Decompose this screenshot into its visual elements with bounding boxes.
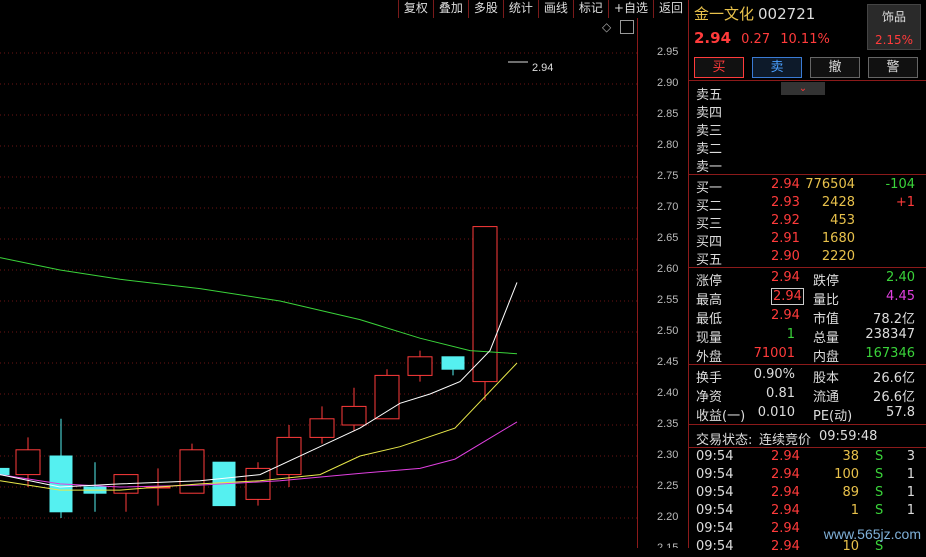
stat-row: 换手 0.90% 股本 26.6亿 bbox=[696, 367, 915, 386]
candle-up bbox=[15, 449, 41, 476]
cancel-button[interactable]: 撤 bbox=[810, 57, 860, 78]
trade-status: 交易状态: 连续竞价 09:59:48 bbox=[696, 429, 878, 448]
candlestick-plot: 2.94 bbox=[0, 52, 637, 519]
divider bbox=[689, 174, 926, 175]
price-change-pct: 10.11% bbox=[780, 32, 830, 47]
candle-up bbox=[341, 405, 367, 426]
ask-row[interactable]: 卖三 bbox=[689, 120, 921, 139]
divider bbox=[689, 364, 926, 365]
y-tick-label: 2.85 bbox=[657, 108, 679, 120]
stock-title: 金一文化 002721 bbox=[694, 3, 815, 24]
candle-up bbox=[374, 374, 400, 420]
sector-badge[interactable]: 饰品 2.15% bbox=[867, 4, 921, 50]
stat-row: 收益(一) 0.010 PE(动) 57.8 bbox=[696, 405, 915, 424]
tick-row: 09:54 2.94 1 S 1 bbox=[696, 503, 915, 518]
ask-row[interactable]: 卖四 bbox=[689, 102, 921, 121]
y-tick-label: 2.70 bbox=[657, 201, 679, 213]
ma60-line bbox=[0, 257, 518, 355]
price-change: 0.27 bbox=[741, 32, 771, 47]
candle-up bbox=[276, 436, 302, 476]
y-tick-label: 2.90 bbox=[657, 77, 679, 89]
y-tick-label: 2.40 bbox=[657, 387, 679, 399]
candle-up bbox=[472, 226, 498, 383]
sector-name: 饰品 bbox=[881, 10, 906, 24]
bid-row[interactable]: 买四 2.91 1680 bbox=[689, 231, 921, 250]
y-tick-label: 2.45 bbox=[657, 356, 679, 368]
ma5-line bbox=[0, 282, 518, 488]
last-price: 2.94 bbox=[694, 29, 732, 47]
stat-row: 最高 2.94 量比 4.45 bbox=[696, 288, 915, 308]
bid-row[interactable]: 买五 2.90 2220 bbox=[689, 249, 921, 268]
trade-buttons: 买 卖 撤 警 bbox=[694, 57, 926, 78]
tick-row: 09:54 2.94 89 S 1 bbox=[696, 485, 915, 500]
stock-code: 002721 bbox=[758, 5, 816, 23]
stat-row: 净资 0.81 流通 26.6亿 bbox=[696, 386, 915, 405]
ask-row[interactable]: 卖二 bbox=[689, 138, 921, 157]
y-tick-label: 2.60 bbox=[657, 263, 679, 275]
y-tick-label: 2.30 bbox=[657, 449, 679, 461]
candle-down bbox=[441, 356, 465, 370]
y-tick-label: 2.80 bbox=[657, 139, 679, 151]
ask-row[interactable]: 卖一 bbox=[689, 156, 921, 175]
quote-panel: 金一文化 002721 饰品 2.15% 2.94 0.27 10.11% 买 卖… bbox=[688, 0, 926, 554]
stat-row: 外盘 71001 内盘 167346 bbox=[696, 346, 915, 365]
candle-up bbox=[309, 418, 335, 438]
divider bbox=[689, 424, 926, 425]
candle-up bbox=[179, 449, 205, 494]
divider bbox=[689, 80, 926, 81]
toolbar-back[interactable]: 返回 bbox=[652, 0, 688, 18]
stock-name: 金一文化 bbox=[694, 5, 755, 23]
watermark: www.565jz.com bbox=[823, 526, 921, 542]
stat-row: 最低 2.94 市值 78.2亿 bbox=[696, 308, 915, 327]
bid-row[interactable]: 买一 2.94 776504 -104 bbox=[689, 177, 921, 196]
y-tick-label: 2.50 bbox=[657, 325, 679, 337]
divider bbox=[689, 447, 926, 448]
y-tick-label: 2.15 bbox=[657, 542, 679, 548]
y-tick-label: 2.75 bbox=[657, 170, 679, 182]
stat-row: 现量 1 总量 238347 bbox=[696, 327, 915, 346]
alert-button[interactable]: 警 bbox=[868, 57, 918, 78]
bid-row[interactable]: 买二 2.93 2428 +1 bbox=[689, 195, 921, 214]
y-tick-label: 2.65 bbox=[657, 232, 679, 244]
kline-chart[interactable]: 复权 叠加 多股 统计 画线 标记 +自选 返回 ◇ 2.94 2.95 2.90… bbox=[0, 0, 688, 548]
tick-row: 09:54 2.94 100 S 1 bbox=[696, 467, 915, 482]
tick-row: 09:54 2.94 38 S 3 bbox=[696, 449, 915, 464]
buy-button[interactable]: 买 bbox=[694, 57, 744, 78]
candle-up bbox=[245, 467, 271, 500]
sector-pct: 2.15% bbox=[874, 33, 914, 47]
divider bbox=[689, 267, 926, 268]
price-marker-label: 2.94 bbox=[532, 62, 553, 74]
bid-row[interactable]: 买三 2.92 453 bbox=[689, 213, 921, 232]
y-tick-label: 2.20 bbox=[657, 511, 679, 523]
ask-row[interactable]: 卖五 bbox=[689, 84, 921, 103]
y-tick-label: 2.25 bbox=[657, 480, 679, 492]
stat-row: 涨停 2.94 跌停 2.40 bbox=[696, 270, 915, 289]
y-tick-label: 2.95 bbox=[657, 46, 679, 58]
candle-down bbox=[0, 467, 10, 476]
candle-up bbox=[407, 356, 433, 376]
y-tick-label: 2.55 bbox=[657, 294, 679, 306]
sell-button[interactable]: 卖 bbox=[752, 57, 802, 78]
y-axis-line bbox=[637, 18, 638, 548]
price-row: 2.94 0.27 10.11% bbox=[694, 29, 830, 47]
y-tick-label: 2.35 bbox=[657, 418, 679, 430]
